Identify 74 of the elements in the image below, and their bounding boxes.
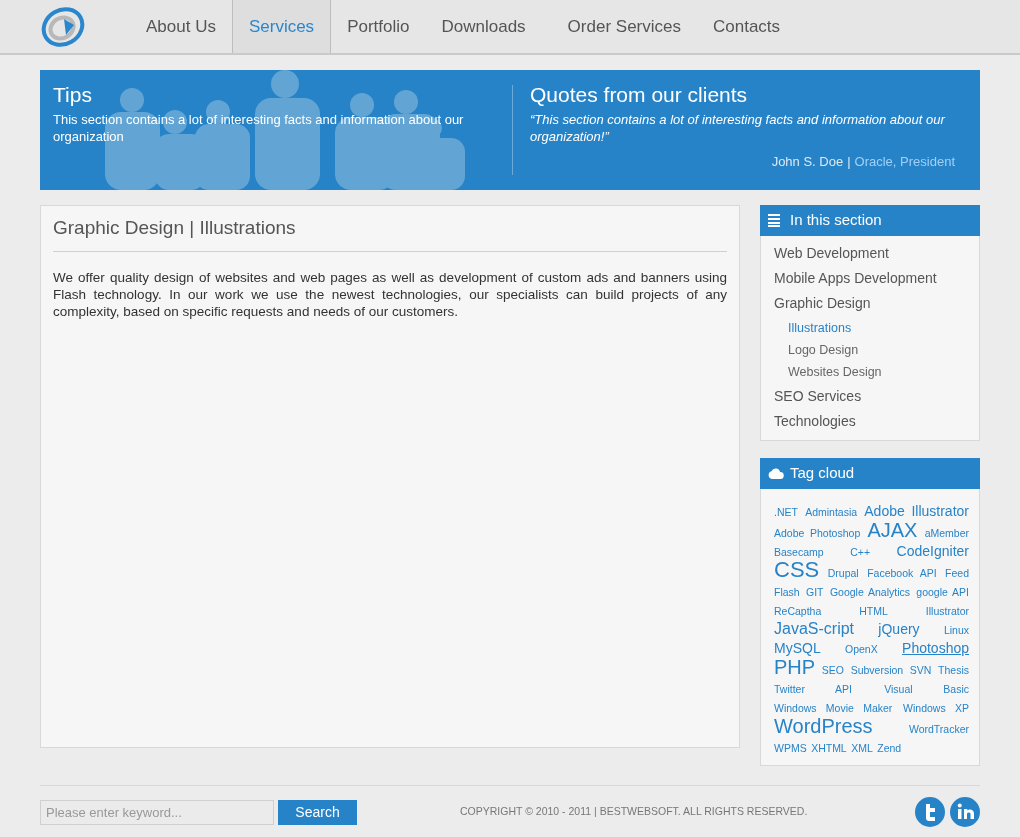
tag-link[interactable]: SVN xyxy=(909,664,932,676)
tag-link[interactable]: Subversion xyxy=(850,664,904,676)
section-submenu-item[interactable]: Logo Design xyxy=(788,339,966,361)
section-submenu-item[interactable]: Illustrations xyxy=(788,317,966,339)
tag-link[interactable]: Adobe Illustrator xyxy=(864,503,969,519)
tag-link[interactable]: AJAX xyxy=(867,519,918,541)
tag-link[interactable]: google API xyxy=(916,586,969,598)
tag-link[interactable]: HTML xyxy=(859,605,888,617)
section-menu-title: In this section xyxy=(790,210,882,231)
tag-link[interactable]: Zend xyxy=(877,742,902,754)
tag-link[interactable]: Basecamp xyxy=(774,546,824,558)
tag-link[interactable]: Twitter API xyxy=(774,683,852,695)
section-menu-item[interactable]: Graphic Design xyxy=(774,291,966,316)
tag-link[interactable]: Drupal xyxy=(827,567,859,579)
tag-link[interactable]: .NET xyxy=(774,506,798,518)
tag-link[interactable]: Visual Basic xyxy=(884,683,969,695)
section-submenu-item[interactable]: Websites Design xyxy=(788,361,966,383)
tag-cloud-title: Tag cloud xyxy=(790,463,855,484)
copyright-text: COPYRIGHT © 2010 - 2011 | BESTWEBSOFT. ALL RIGHTS RESERVED. xyxy=(460,804,808,820)
tips-title: Tips xyxy=(53,82,93,108)
tag-link[interactable]: jQuery xyxy=(878,621,920,637)
section-menu-item[interactable]: Web Development xyxy=(774,241,966,266)
tag-link[interactable]: CSS xyxy=(774,557,820,582)
tag-link[interactable]: Photoshop xyxy=(902,640,969,656)
section-menu-item[interactable]: SEO Services xyxy=(774,384,966,409)
tag-link[interactable]: Flash xyxy=(774,586,800,598)
tag-link[interactable]: C++ xyxy=(850,546,871,558)
tag-link[interactable]: WordPress xyxy=(774,715,873,737)
page-title: Graphic Design | Illustrations xyxy=(53,214,727,252)
tag-link[interactable]: ReCaptha xyxy=(774,605,822,617)
tips-text: This section contains a lot of interesting facts and information about our organization xyxy=(53,111,465,145)
divider-text: | xyxy=(847,153,851,171)
nav-link[interactable]: Downloads xyxy=(425,0,542,53)
tag-link[interactable]: MySQL xyxy=(774,640,821,656)
tag-link[interactable]: Windows Movie Maker xyxy=(774,702,893,714)
tag-link[interactable]: WPMS xyxy=(774,742,807,754)
nav-link[interactable]: Services xyxy=(231,0,332,53)
linkedin-icon[interactable] xyxy=(950,797,980,827)
tag-link[interactable]: Adobe Photoshop xyxy=(774,527,861,539)
tag-link[interactable]: Linux xyxy=(943,624,969,636)
cloud-icon xyxy=(768,468,784,479)
nav-link[interactable]: Contacts xyxy=(697,0,797,53)
twitter-icon[interactable] xyxy=(915,797,945,827)
tag-link[interactable]: GIT xyxy=(806,586,824,598)
tag-link[interactable]: PHP xyxy=(774,656,816,678)
tag-link[interactable]: CodeIgniter xyxy=(896,543,969,559)
tag-link[interactable]: aMember xyxy=(924,527,969,539)
search-button[interactable]: Search xyxy=(278,799,357,825)
tag-link[interactable]: Illustrator xyxy=(925,605,969,617)
section-menu-item[interactable]: Mobile Apps Development xyxy=(774,266,966,291)
tag-link[interactable]: Admintasia xyxy=(805,506,858,518)
quote-company: Oracle, President xyxy=(854,153,955,171)
tag-link[interactable]: Google Analytics xyxy=(829,586,910,598)
tag-link[interactable]: Facebook API xyxy=(867,567,937,579)
search-field[interactable]: Please enter keyword... xyxy=(40,799,274,825)
logo-icon[interactable] xyxy=(40,4,86,49)
tag-link[interactable]: JavaS-cript xyxy=(774,620,855,637)
tag-link[interactable]: Windows XP xyxy=(903,702,969,714)
nav-link[interactable]: Order Services xyxy=(551,0,697,53)
quote-text: “This section contains a lot of interesting facts and information about our organization!” xyxy=(530,111,947,145)
quote-author: John S. Doe xyxy=(771,153,844,171)
list-icon xyxy=(768,214,780,227)
content-paragraph: We offer quality design of websites and web pages as well as development of custom ads and banners using Flash technology. In our work we use the newest technologies, our specialists can build projects of any complexity, based on specific requests and needs of our customers. xyxy=(53,268,727,320)
tag-link[interactable]: SEO xyxy=(821,664,844,676)
quotes-title: Quotes from our clients xyxy=(530,82,749,108)
tag-link[interactable]: XHTML xyxy=(811,742,847,754)
section-menu-item[interactable]: Technologies xyxy=(774,409,966,434)
nav-link[interactable]: About Us xyxy=(130,0,232,53)
tag-link[interactable]: XML xyxy=(851,742,873,754)
tag-link[interactable]: OpenX xyxy=(845,643,878,655)
tag-link[interactable]: Feed xyxy=(945,567,969,579)
tag-link[interactable]: Thesis xyxy=(938,664,969,676)
nav-link[interactable]: Portfolio xyxy=(331,0,426,53)
tag-link[interactable]: WordTracker xyxy=(908,723,969,735)
